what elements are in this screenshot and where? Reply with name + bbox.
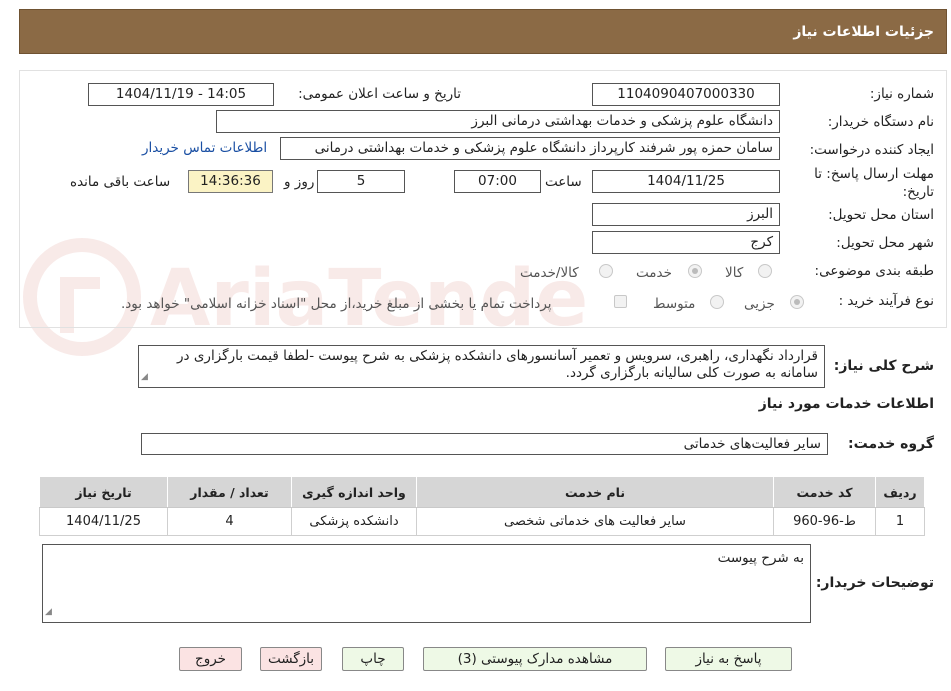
need-number-label: شماره نیاز: [869,86,934,102]
resize-grip-icon[interactable]: ◢ [45,604,52,621]
days-field: 5 [317,170,405,193]
announce-field: 1404/11/19 - 14:05 [88,83,274,106]
buyer-notes-text: به شرح پیوست [717,550,804,566]
deadline-date-field: 1404/11/25 [592,170,780,193]
table-header-row: ردیف کد خدمت نام خدمت واحد اندازه گیری ت… [39,476,925,508]
services-section-title: اطلاعات خدمات مورد نیاز [758,396,934,412]
announce-label: تاریخ و ساعت اعلان عمومی: [298,86,461,102]
category-service-radio[interactable] [688,264,702,278]
col-quantity: تعداد / مقدار [167,476,292,508]
deadline-time-label: ساعت [545,174,582,190]
back-button[interactable]: بازگشت [260,647,322,671]
province-field: البرز [592,203,780,226]
remaining-time-field: 14:36:36 [188,170,273,193]
page-title: جزئیات اطلاعات نیاز [793,24,934,40]
buyer-notes-label: توضیحات خریدار: [815,575,934,591]
cell-quantity: 4 [167,507,292,536]
category-both-label: کالا/خدمت [520,265,579,281]
province-label: استان محل تحویل: [828,207,934,223]
treasury-checkbox[interactable] [614,295,627,308]
service-group-label: گروه خدمت: [848,436,934,452]
service-group-field: سایر فعالیت‌های خدماتی [141,433,828,455]
category-goods-radio[interactable] [758,264,772,278]
cell-service-code: ط-96-960 [773,507,876,536]
deadline-label-date: تاریخ: [902,184,934,200]
need-number-field: 1104090407000330 [592,83,780,106]
col-unit: واحد اندازه گیری [291,476,417,508]
col-need-date: تاریخ نیاز [39,476,168,508]
process-minor-radio[interactable] [790,295,804,309]
process-minor-label: جزیی [744,296,775,312]
col-service-name: نام خدمت [416,476,774,508]
services-table: ردیف کد خدمت نام خدمت واحد اندازه گیری ت… [39,476,925,536]
days-label: روز و [284,174,315,190]
reply-button[interactable]: پاسخ به نیاز [665,647,792,671]
city-label: شهر محل تحویل: [836,235,934,251]
remaining-label: ساعت باقی مانده [70,174,171,190]
description-label: شرح کلی نیاز: [833,358,934,374]
table-row: 1 ط-96-960 سایر فعالیت های خدماتی شخصی د… [39,507,925,536]
print-button[interactable]: چاپ [342,647,404,671]
deadline-label: مهلت ارسال پاسخ: تا [814,166,934,182]
buyer-org-label: نام دستگاه خریدار: [827,114,934,130]
cell-need-date: 1404/11/25 [39,507,168,536]
page-header: جزئیات اطلاعات نیاز [19,9,947,54]
description-text: قرارداد نگهداری، راهبری، سرویس و تعمیر آ… [177,348,818,381]
exit-button[interactable]: خروج [179,647,242,671]
buyer-contact-link[interactable]: اطلاعات تماس خریدار [142,140,267,156]
cell-row-number: 1 [875,507,925,536]
requester-label: ایجاد کننده درخواست: [809,142,934,158]
payment-note: پرداخت تمام یا بخشی از مبلغ خرید،از محل … [121,296,552,312]
category-label: طبقه بندی موضوعی: [814,263,934,279]
process-label: نوع فرآیند خرید : [838,293,934,309]
buyer-org-field: دانشگاه علوم پزشکی و خدمات بهداشتی درمان… [216,110,780,133]
col-row-number: ردیف [875,476,925,508]
process-medium-radio[interactable] [710,295,724,309]
process-medium-label: متوسط [653,296,696,312]
category-service-label: خدمت [636,265,672,281]
description-textarea[interactable]: قرارداد نگهداری، راهبری، سرویس و تعمیر آ… [138,345,825,388]
requester-field: سامان حمزه پور شرفند کارپرداز دانشگاه عل… [280,137,780,160]
col-service-code: کد خدمت [773,476,876,508]
cell-service-name: سایر فعالیت های خدماتی شخصی [416,507,774,536]
resize-grip-icon[interactable]: ◢ [141,369,148,386]
city-field: کرج [592,231,780,254]
category-goods-label: کالا [725,265,744,281]
buyer-notes-textarea[interactable]: به شرح پیوست ◢ [42,544,811,623]
attachments-button[interactable]: مشاهده مدارک پیوستی (3) [423,647,647,671]
details-panel [19,70,947,328]
cell-unit: دانشکده پزشکی [291,507,417,536]
deadline-time-field: 07:00 [454,170,541,193]
category-both-radio[interactable] [599,264,613,278]
